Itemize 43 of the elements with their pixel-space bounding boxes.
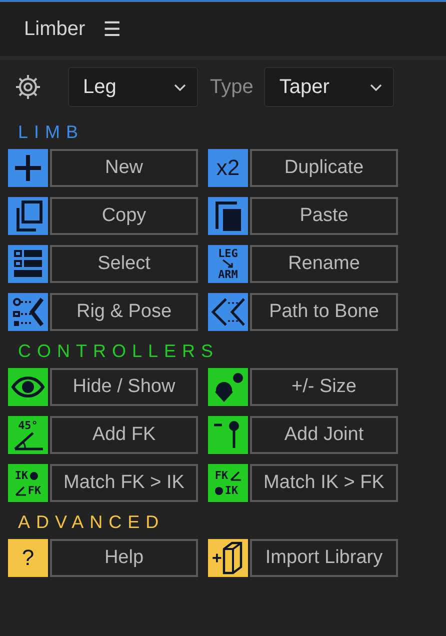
limb-dropdown[interactable]: Leg [68,67,198,107]
section-title: LIMB [18,122,84,142]
section-title: ADVANCED [18,512,165,532]
chevron-down-icon [173,82,187,92]
angle-icon[interactable]: 45° [8,416,48,454]
action-button[interactable]: Help [50,539,198,577]
list-icon[interactable] [8,245,48,283]
action-button[interactable]: Match IK > FK [250,464,398,502]
action-button[interactable]: Add FK [50,416,198,454]
paste-icon[interactable] [208,197,248,235]
action-button[interactable]: Path to Bone [250,293,398,331]
eye-icon[interactable] [8,368,48,406]
action-button[interactable]: Match FK > IK [50,464,198,502]
action-button[interactable]: Rename [250,245,398,283]
book-icon[interactable]: + [208,539,248,577]
action-button[interactable]: Select [50,245,198,283]
fk-ik-icon[interactable]: FK IK [208,464,248,502]
action-button[interactable]: Duplicate [250,149,398,187]
menu-icon[interactable]: ☰ [103,19,122,39]
dots-icon[interactable] [208,368,248,406]
plus-icon[interactable] [8,149,48,187]
chevron-down-icon [369,82,384,92]
type-dropdown[interactable]: Taper [264,67,394,107]
action-button[interactable]: Add Joint [250,416,398,454]
rename-icon[interactable]: LEG ARM [208,245,248,283]
type-label: Type [210,76,254,98]
help-icon[interactable]: ? [8,539,48,577]
joint-chain-icon[interactable] [8,293,48,331]
action-button[interactable]: Rig & Pose [50,293,198,331]
settings-icon[interactable] [14,73,42,101]
copy-icon[interactable] [8,197,48,235]
action-button[interactable]: New [50,149,198,187]
action-button[interactable]: +/- Size [250,368,398,406]
panel-title: Limber [24,18,86,40]
section-title: CONTROLLERS [18,341,220,361]
double-chevron-icon[interactable] [208,293,248,331]
action-button[interactable]: Paste [250,197,398,235]
action-button[interactable]: Copy [50,197,198,235]
action-button[interactable]: Import Library [250,539,398,577]
x2-icon[interactable]: x2 [208,149,248,187]
joint-icon[interactable] [208,416,248,454]
ik-fk-icon[interactable]: IK FK [8,464,48,502]
action-button[interactable]: Hide / Show [50,368,198,406]
